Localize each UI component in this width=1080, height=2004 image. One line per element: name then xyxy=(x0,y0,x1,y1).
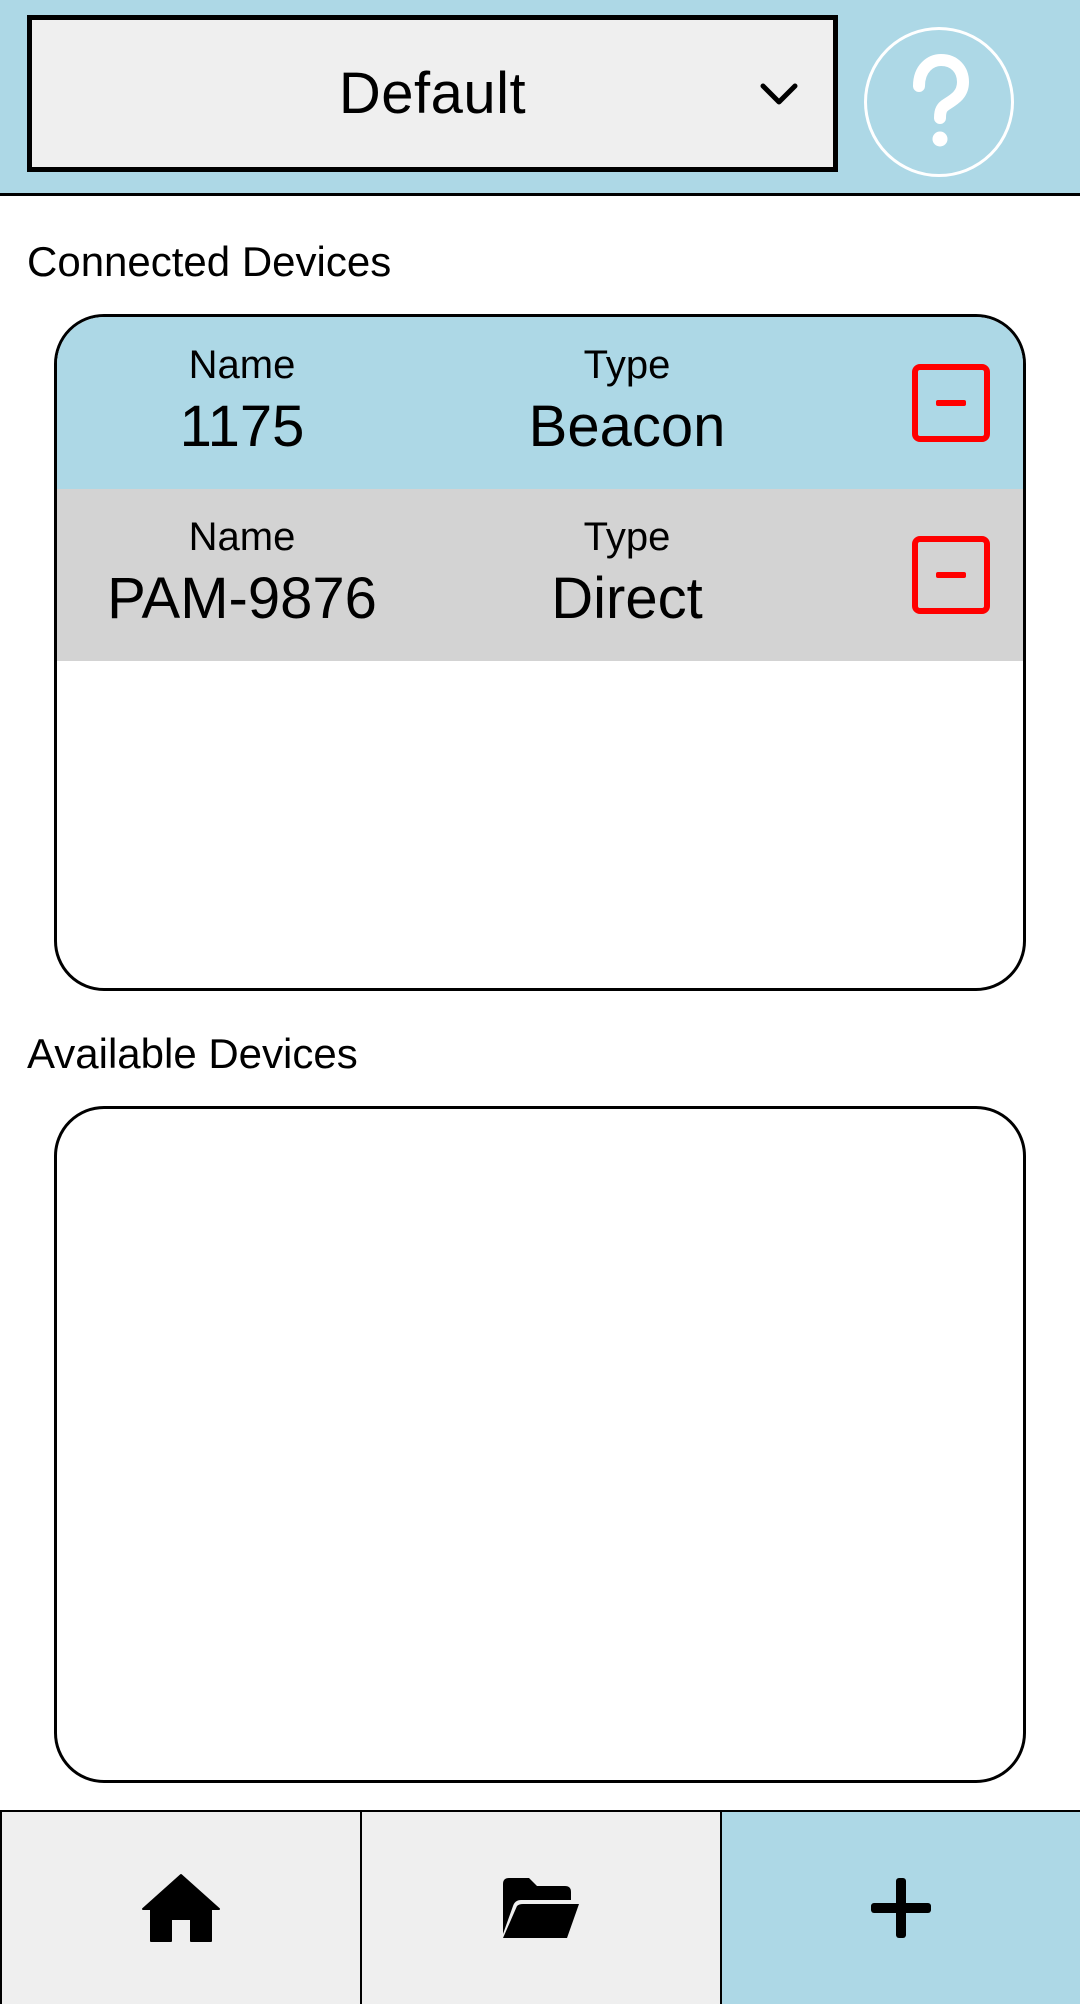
device-name-label: Name xyxy=(188,343,296,387)
help-button[interactable] xyxy=(864,27,1014,177)
device-type-value: Direct xyxy=(551,566,703,631)
nav-home-button[interactable] xyxy=(0,1810,362,2004)
nav-add-button[interactable] xyxy=(722,1810,1080,2004)
device-name-label: Name xyxy=(188,515,296,559)
plus-icon xyxy=(871,1878,931,1938)
device-type-label: Type xyxy=(583,343,671,387)
header-bar: Default xyxy=(0,0,1080,196)
profile-dropdown-value: Default xyxy=(338,61,527,126)
device-row[interactable]: Name 1175 Type Beacon xyxy=(57,317,1023,489)
available-devices-list[interactable] xyxy=(54,1106,1026,1783)
profile-dropdown[interactable]: Default xyxy=(27,15,838,172)
devices-screen: Default Connected Devices Name 1175 Type… xyxy=(0,0,1080,2004)
chevron-down-icon xyxy=(760,83,798,104)
device-type-field: Type Direct xyxy=(447,513,807,635)
device-type-field: Type Beacon xyxy=(447,341,807,463)
question-mark-icon xyxy=(913,53,970,147)
available-devices-label: Available Devices xyxy=(27,1030,358,1077)
bottom-nav xyxy=(0,1810,1080,2004)
folder-open-icon xyxy=(503,1878,579,1938)
minus-icon xyxy=(936,572,966,578)
device-name-field: Name PAM-9876 xyxy=(62,513,422,635)
remove-device-button[interactable] xyxy=(912,364,990,442)
nav-files-button[interactable] xyxy=(362,1810,722,2004)
device-name-value: 1175 xyxy=(179,394,305,459)
device-name-field: Name 1175 xyxy=(62,341,422,463)
device-name-value: PAM-9876 xyxy=(107,566,377,631)
connected-devices-list[interactable]: Name 1175 Type Beacon Name PAM-9876 Type… xyxy=(54,314,1026,991)
home-icon xyxy=(142,1874,220,1942)
remove-device-button[interactable] xyxy=(912,536,990,614)
device-row[interactable]: Name PAM-9876 Type Direct xyxy=(57,489,1023,661)
connected-devices-label: Connected Devices xyxy=(27,238,392,285)
device-type-value: Beacon xyxy=(528,394,726,459)
device-type-label: Type xyxy=(583,515,671,559)
minus-icon xyxy=(936,400,966,406)
